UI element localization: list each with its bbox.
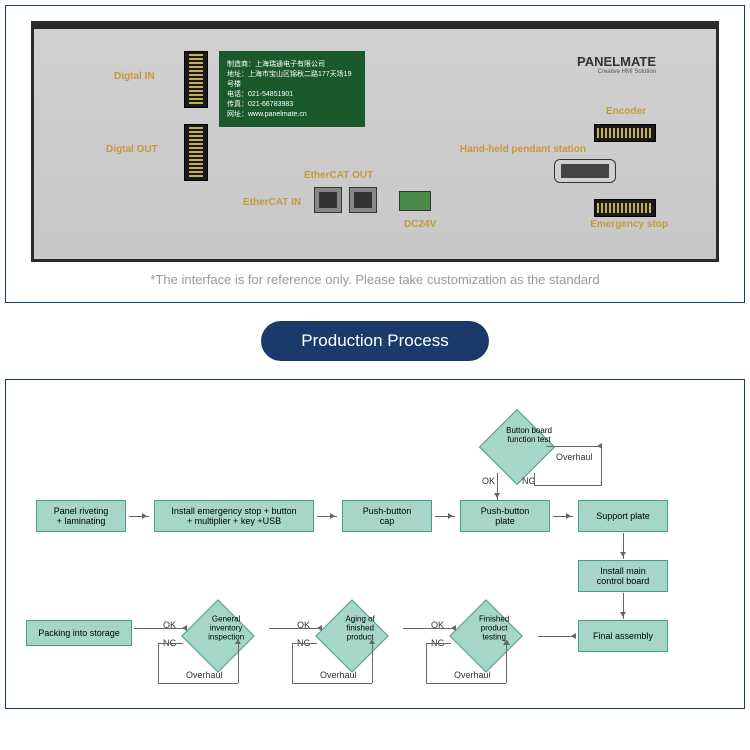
ok-1: OK	[482, 476, 495, 486]
node-1: Panel riveting + laminating	[36, 500, 126, 532]
encoder-label: Encoder	[606, 106, 646, 117]
arr-d1-ok	[497, 473, 498, 500]
estop-connector	[594, 199, 656, 217]
section-title: Production Process	[261, 321, 488, 361]
flowchart: Button board function test OK NG Overhau…	[5, 379, 745, 709]
diamond-10: General inventory inspection	[181, 599, 255, 673]
node-6: Install main control board	[578, 560, 668, 592]
oh-1: Overhaul	[556, 452, 593, 462]
encoder-connector	[594, 124, 656, 142]
info-line-3: 传真：021-66783983	[227, 99, 357, 109]
node-11: Packing into storage	[26, 620, 132, 646]
estop-label: Emergency stop	[590, 219, 668, 230]
node-7: Final assembly	[578, 620, 668, 652]
oh-2: Overhaul	[454, 670, 491, 680]
info-line-4: 网址：www.panelmate.cn	[227, 109, 357, 119]
pendant-label: Hand-held pendant station	[460, 144, 586, 155]
diamond-9: Aging of finished product	[315, 599, 389, 673]
ethercat-out-port	[349, 187, 377, 213]
info-line-2: 电话：021-54851901	[227, 89, 357, 99]
pendant-port	[554, 159, 616, 183]
ethercat-out-label: EtherCAT OUT	[304, 170, 373, 181]
digital-out-connector	[184, 124, 208, 181]
node-2: Install emergency stop + button + multip…	[154, 500, 314, 532]
arr-oh-1	[546, 446, 601, 447]
oh-4: Overhaul	[186, 670, 223, 680]
reference-note: *The interface is for reference only. Pl…	[21, 272, 729, 287]
ethercat-in-label: EtherCAT IN	[243, 197, 301, 208]
brand-name: PANELMATE	[577, 54, 656, 69]
manufacturer-label: 制造商：上海瑞通电子有限公司 地址：上海市宝山区锦秋二路177天场19号楼 电话…	[219, 51, 365, 127]
dc24v-label: DC24V	[404, 219, 436, 230]
dc24v-terminal	[399, 191, 431, 211]
oh-3: Overhaul	[320, 670, 357, 680]
diamond-button-test: Button board function test	[479, 409, 555, 485]
diamond-8: Finished product testing	[449, 599, 523, 673]
interface-panel-section: Digtal IN Digtal OUT 制造商：上海瑞通电子有限公司 地址：上…	[5, 5, 745, 303]
digital-out-label: Digtal OUT	[106, 144, 158, 155]
info-line-0: 制造商：上海瑞通电子有限公司	[227, 59, 357, 69]
digital-in-connector	[184, 51, 208, 108]
device-back-panel: Digtal IN Digtal OUT 制造商：上海瑞通电子有限公司 地址：上…	[31, 21, 719, 262]
ethercat-in-port	[314, 187, 342, 213]
node-5: Support plate	[578, 500, 668, 532]
brand-sub: Creative HMI Solution	[598, 69, 656, 75]
digital-in-label: Digtal IN	[114, 71, 155, 82]
node-4: Push-button plate	[460, 500, 550, 532]
node-3: Push-button cap	[342, 500, 432, 532]
info-line-1: 地址：上海市宝山区锦秋二路177天场19号楼	[227, 69, 357, 89]
